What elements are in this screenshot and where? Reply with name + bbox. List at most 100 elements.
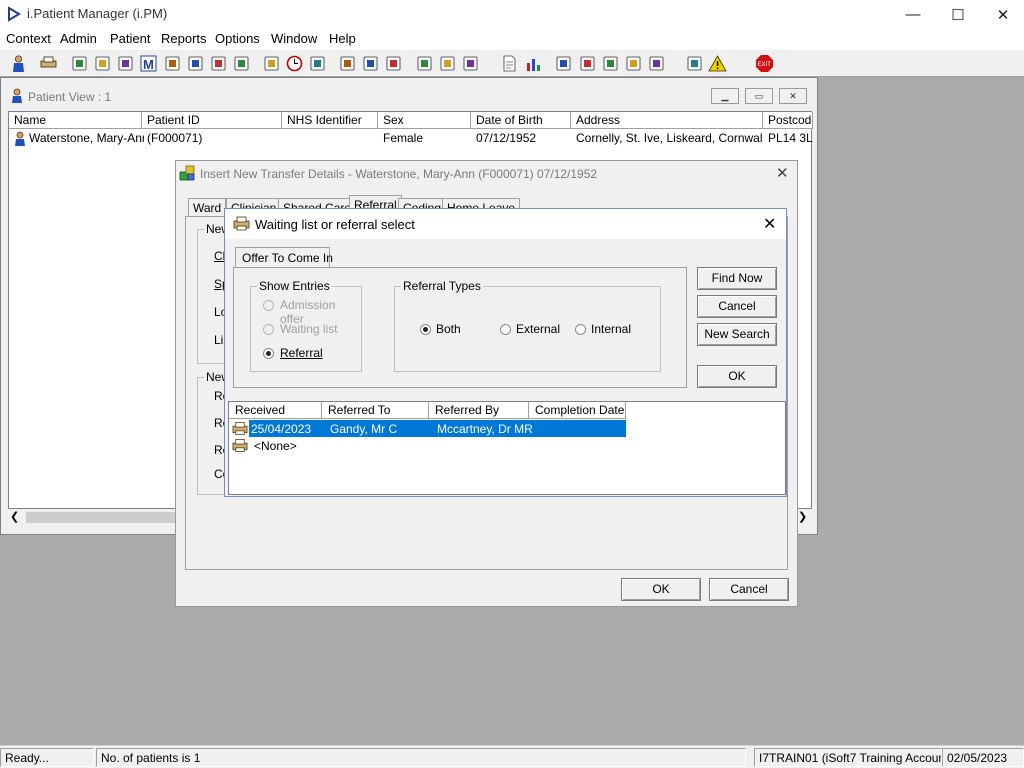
- message-icon[interactable]: [577, 53, 598, 74]
- cell-sex: Female: [383, 131, 424, 145]
- check-icon[interactable]: [600, 53, 621, 74]
- exit-icon[interactable]: EXIT: [754, 53, 775, 74]
- menu-window[interactable]: Window: [271, 31, 317, 46]
- account-info: I7TRAIN01 (iSoft7 Training Account): [754, 748, 942, 767]
- menu-admin[interactable]: Admin: [60, 31, 97, 46]
- search-icon[interactable]: [261, 53, 282, 74]
- tab-ward[interactable]: Ward: [188, 198, 227, 217]
- waiting-list-title: Waiting list or referral select: [255, 217, 415, 232]
- both-radio[interactable]: [420, 324, 431, 335]
- column-header-completion-date[interactable]: Completion Date: [529, 402, 626, 419]
- column-header-received[interactable]: Received: [229, 402, 322, 419]
- bed-icon[interactable]: [460, 53, 481, 74]
- find-now-button[interactable]: Find Now: [697, 267, 777, 290]
- app-logo-icon: [8, 6, 21, 22]
- patient-icon: [12, 88, 22, 103]
- warning-icon[interactable]: [707, 53, 728, 74]
- ambulance-icon[interactable]: [437, 53, 458, 74]
- clock-icon[interactable]: [284, 53, 305, 74]
- svg-text:M: M: [143, 57, 154, 72]
- status-text: Ready...: [0, 748, 94, 767]
- column-header-name[interactable]: Name: [9, 112, 142, 129]
- schedule-icon[interactable]: [360, 53, 381, 74]
- envelope-icon[interactable]: [231, 53, 252, 74]
- mdi-minimize-button[interactable]: ▁: [711, 88, 739, 104]
- app-title: i.Patient Manager (i.PM): [27, 6, 168, 21]
- new-search-button[interactable]: New Search: [697, 323, 777, 346]
- transfer-cancel-button[interactable]: Cancel: [709, 578, 789, 601]
- column-header-dob[interactable]: Date of Birth: [471, 112, 571, 129]
- internal-radio[interactable]: [575, 324, 586, 335]
- mdi-close-button[interactable]: ✕: [779, 88, 807, 104]
- person-icon[interactable]: [162, 53, 183, 74]
- patient-count: No. of patients is 1: [96, 748, 746, 767]
- column-header-referred-by[interactable]: Referred By: [429, 402, 529, 419]
- m-icon[interactable]: M: [138, 53, 159, 74]
- book-icon[interactable]: [69, 53, 90, 74]
- menu-options[interactable]: Options: [215, 31, 260, 46]
- list-item[interactable]: 25/04/2023 Gandy, Mr C Mccartney, Dr MR: [229, 420, 626, 437]
- column-header-address[interactable]: Address: [571, 112, 763, 129]
- scroll-right-icon[interactable]: ❯: [798, 510, 807, 523]
- mdi-restore-button[interactable]: ▭: [745, 88, 773, 104]
- maximize-button[interactable]: ☐: [935, 0, 981, 29]
- dial-icon[interactable]: [383, 53, 404, 74]
- printer-icon[interactable]: [38, 53, 59, 74]
- referral-radio[interactable]: [263, 348, 274, 359]
- column-header-patient-id[interactable]: Patient ID: [142, 112, 282, 129]
- transfer-ok-button[interactable]: OK: [621, 578, 701, 601]
- appointment-icon[interactable]: [337, 53, 358, 74]
- column-header-referred-to[interactable]: Referred To: [322, 402, 429, 419]
- scroll-left-icon[interactable]: ❮: [10, 510, 19, 523]
- minimize-button[interactable]: —: [890, 0, 936, 29]
- wl-ok-button[interactable]: OK: [697, 365, 777, 388]
- patient-view-titlebar: Patient View : 1 ▁ ▭ ✕: [1, 78, 817, 104]
- list-item[interactable]: <None>: [229, 437, 626, 454]
- wl-cancel-button[interactable]: Cancel: [697, 295, 777, 318]
- sync-icon[interactable]: [646, 53, 667, 74]
- referral-types-label: Referral Types: [401, 279, 483, 293]
- referral-list: Received Referred To Referred By Complet…: [228, 401, 786, 495]
- waiting-list-label: Waiting list: [280, 322, 338, 336]
- external-radio[interactable]: [500, 324, 511, 335]
- tab-offer-to-come-in[interactable]: Offer To Come In: [235, 247, 333, 268]
- cell-nhs: [282, 130, 378, 147]
- document-icon[interactable]: [499, 53, 520, 74]
- column-header-postcode[interactable]: Postcode: [763, 112, 813, 129]
- menu-patient[interactable]: Patient: [110, 31, 150, 46]
- swap-icon[interactable]: [684, 53, 705, 74]
- menu-help[interactable]: Help: [329, 31, 356, 46]
- chart-icon[interactable]: [523, 53, 544, 74]
- close-button[interactable]: ✕: [980, 0, 1024, 29]
- both-label: Both: [436, 322, 461, 336]
- column-header-sex[interactable]: Sex: [378, 112, 471, 129]
- printer-icon: [233, 216, 250, 231]
- refresh-icon[interactable]: [623, 53, 644, 74]
- globe-icon[interactable]: [553, 53, 574, 74]
- cell-referred-to: Gandy, Mr C: [330, 422, 398, 436]
- menu-context[interactable]: Context: [6, 31, 51, 46]
- transfer-icon: [179, 165, 195, 181]
- transfer-icon[interactable]: [208, 53, 229, 74]
- edit-icon[interactable]: [92, 53, 113, 74]
- referral-icon: [232, 439, 248, 452]
- list-icon[interactable]: [414, 53, 435, 74]
- cell-received: 25/04/2023: [251, 422, 312, 436]
- waiting-list-radio[interactable]: [263, 324, 274, 335]
- cell-patient-id: (F000071): [147, 131, 203, 145]
- app-titlebar: i.Patient Manager (i.PM) — ☐ ✕: [0, 0, 1024, 29]
- menu-reports[interactable]: Reports: [161, 31, 207, 46]
- patient-icon[interactable]: [8, 53, 29, 74]
- note-icon[interactable]: [185, 53, 206, 74]
- transfer-close-icon[interactable]: ✕: [776, 164, 789, 182]
- waiting-list-close-icon[interactable]: ✕: [763, 214, 776, 234]
- referral-types-group: Referral Types Both External Internal: [394, 279, 661, 372]
- admission-offer-radio[interactable]: [263, 300, 274, 311]
- monitor-icon[interactable]: [307, 53, 328, 74]
- cell-dob: 07/12/1952: [476, 131, 537, 145]
- transfer-dialog-title: Insert New Transfer Details - Waterstone…: [200, 167, 598, 181]
- form-icon[interactable]: [115, 53, 136, 74]
- show-entries-label: Show Entries: [257, 279, 332, 293]
- column-header-nhs-identifier[interactable]: NHS Identifier: [282, 112, 378, 129]
- scroll-thumb[interactable]: [26, 512, 186, 523]
